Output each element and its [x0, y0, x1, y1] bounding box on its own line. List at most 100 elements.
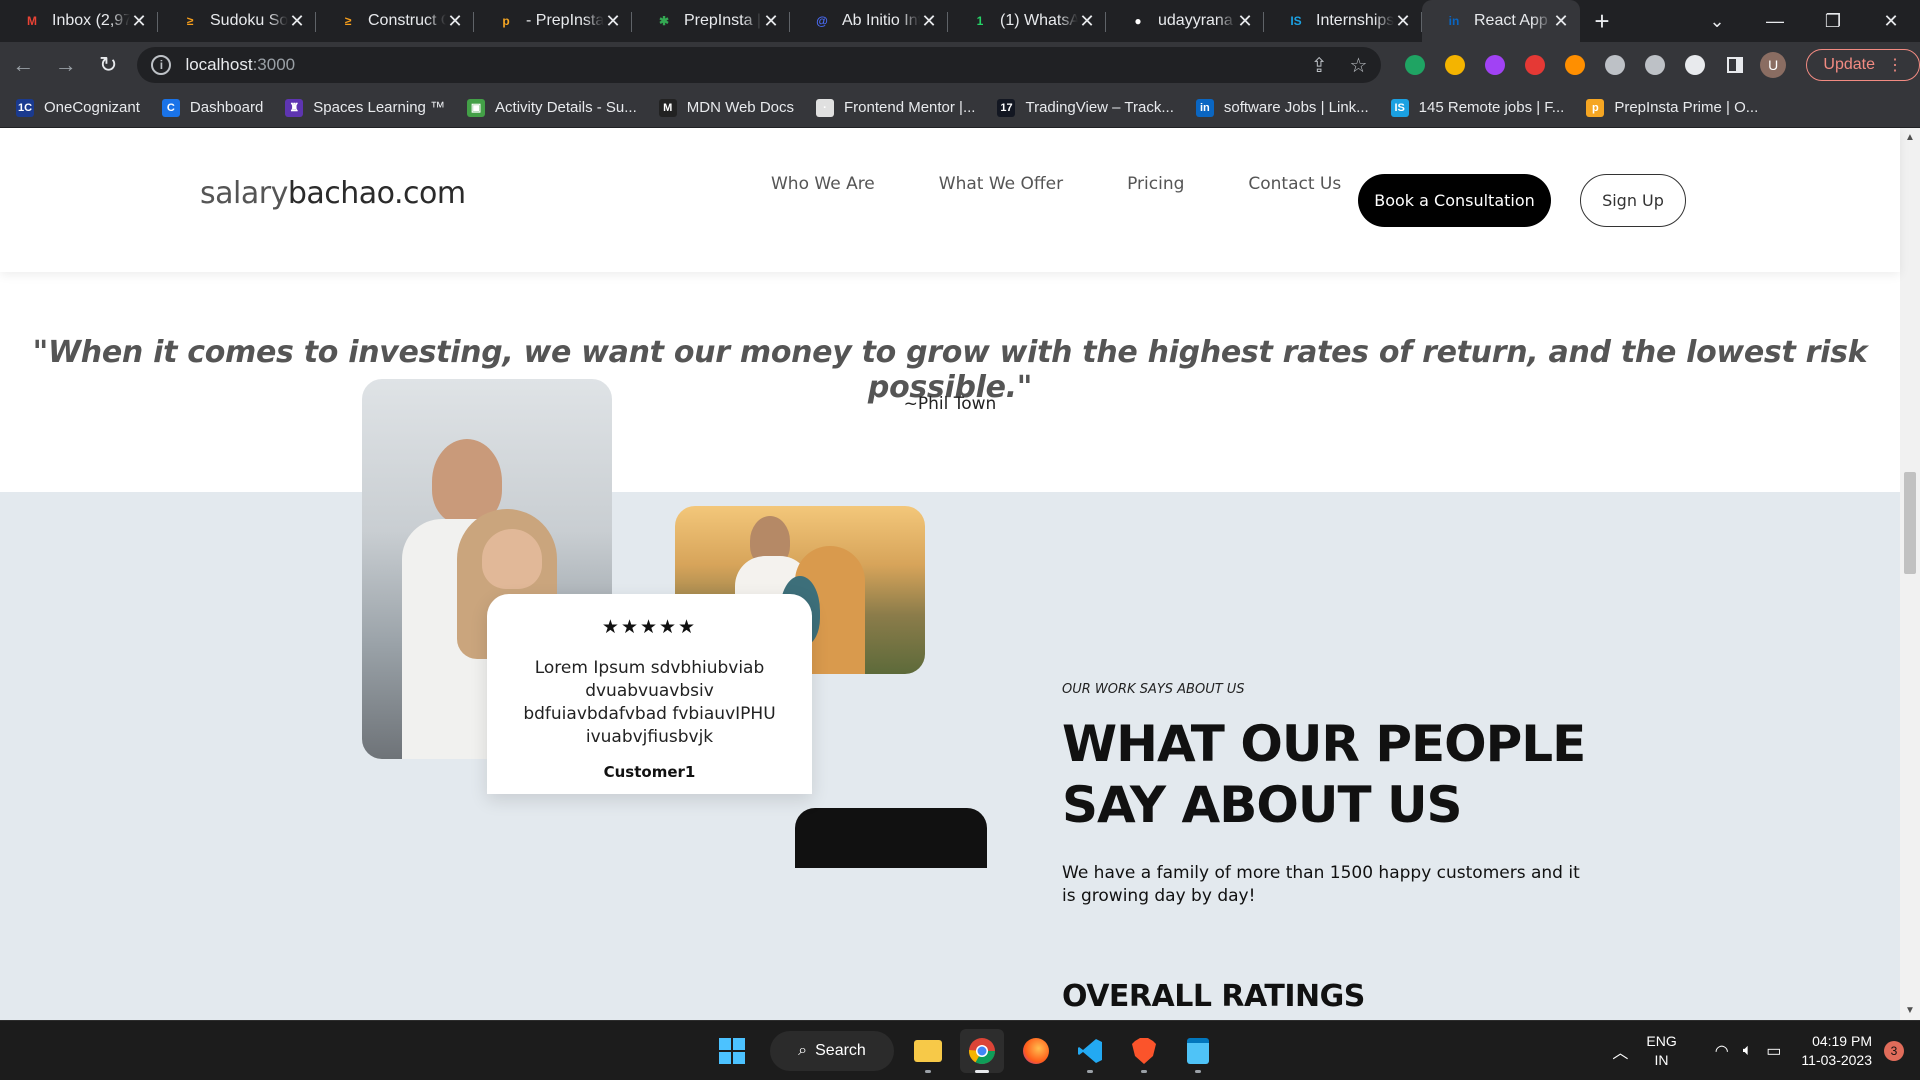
- bookmark-item[interactable]: 1C OneCognizant: [16, 98, 140, 117]
- extension-icon[interactable]: [1435, 45, 1475, 85]
- overall-ratings-heading: OVERALL RATINGS: [1062, 979, 1365, 1014]
- clock-date: 11-03-2023: [1801, 1052, 1872, 1068]
- github-icon: ●: [1134, 14, 1142, 28]
- linkedin-icon: in: [1195, 98, 1214, 117]
- browser-tab[interactable]: ● udayyrana (Uday)✕: [1106, 0, 1264, 42]
- bookmark-item[interactable]: IS 145 Remote jobs | F...: [1390, 98, 1564, 117]
- bookmark-label: MDN Web Docs: [686, 99, 794, 116]
- bookmark-label: OneCognizant: [44, 99, 140, 116]
- extension-icon[interactable]: [1555, 45, 1595, 85]
- bookmark-item[interactable]: p PrepInsta Prime | O...: [1586, 98, 1758, 117]
- show-hidden-icons-chevron-icon[interactable]: ︿: [1612, 1039, 1628, 1063]
- forward-arrow-icon[interactable]: →: [46, 45, 84, 85]
- vscode-icon[interactable]: [1068, 1029, 1112, 1073]
- reload-icon[interactable]: ↻: [89, 45, 127, 85]
- page-scrollbar[interactable]: ▲ ▼: [1900, 128, 1920, 1020]
- spaces-icon: ♜: [285, 98, 304, 117]
- language-indicator[interactable]: ENG IN: [1646, 1032, 1676, 1070]
- book-consultation-button[interactable]: Book a Consultation: [1358, 174, 1551, 227]
- bookmark-item[interactable]: ♜ Spaces Learning ™: [285, 98, 445, 117]
- scroll-up-arrow-icon[interactable]: ▲: [1900, 132, 1920, 143]
- bookmark-item[interactable]: C Dashboard: [161, 98, 263, 117]
- tab-title: (1) WhatsApp: [1000, 12, 1078, 29]
- extension-icon[interactable]: [1635, 45, 1675, 85]
- notification-badge[interactable]: 3: [1884, 1041, 1904, 1061]
- sign-up-button[interactable]: Sign Up: [1580, 174, 1686, 227]
- taskbar-search[interactable]: ⌕ Search: [770, 1031, 894, 1071]
- browser-tab[interactable]: in React App ✕: [1422, 0, 1580, 42]
- close-tab-icon[interactable]: ✕: [920, 11, 938, 32]
- bookmark-item[interactable]: · Frontend Mentor |...: [816, 98, 975, 117]
- cognizant-icon: 1C: [16, 98, 34, 117]
- close-tab-icon[interactable]: ✕: [604, 11, 622, 32]
- tab-search-chevron-icon[interactable]: ⌄: [1688, 11, 1746, 32]
- address-bar[interactable]: i localhost:3000 ⇪ ☆: [137, 47, 1382, 83]
- scroll-down-arrow-icon[interactable]: ▼: [1900, 1005, 1920, 1016]
- close-tab-icon[interactable]: ✕: [288, 11, 306, 32]
- section-heading: WHAT OUR PEOPLE SAY ABOUT US: [1062, 714, 1622, 836]
- bookmark-item[interactable]: ▣ Activity Details - Su...: [467, 98, 637, 117]
- browser-tab[interactable]: 1 (1) WhatsApp✕: [948, 0, 1106, 42]
- leetcode-icon: ≥: [186, 14, 194, 28]
- new-tab-button[interactable]: +: [1580, 0, 1624, 42]
- close-tab-icon[interactable]: ✕: [762, 11, 780, 32]
- browser-tab[interactable]: @ Ab Initio Interview✕: [790, 0, 948, 42]
- close-tab-icon[interactable]: ✕: [130, 11, 148, 32]
- browser-tab[interactable]: IS Internships ✕: [1264, 0, 1422, 42]
- back-arrow-icon[interactable]: ←: [4, 45, 42, 85]
- linkedin-icon: in: [1448, 14, 1460, 28]
- chrome-icon[interactable]: [960, 1029, 1004, 1073]
- extension-icon[interactable]: [1595, 45, 1635, 85]
- bookmark-item[interactable]: M MDN Web Docs: [658, 98, 794, 117]
- close-tab-icon[interactable]: ✕: [446, 11, 464, 32]
- bookmark-star-icon[interactable]: ☆: [1350, 53, 1368, 78]
- dashboard-icon: C: [161, 98, 180, 117]
- extension-icon[interactable]: [1675, 45, 1715, 85]
- url-text[interactable]: localhost:3000: [185, 55, 1288, 75]
- file-explorer-icon[interactable]: [906, 1029, 950, 1073]
- nav-contact-us[interactable]: Contact Us: [1248, 174, 1341, 194]
- close-tab-icon[interactable]: ✕: [1236, 11, 1254, 32]
- bookmark-item[interactable]: in software Jobs | Link...: [1195, 98, 1369, 117]
- site-info-icon[interactable]: i: [151, 55, 172, 75]
- windows-start-icon[interactable]: [710, 1029, 754, 1073]
- close-tab-icon[interactable]: ✕: [1552, 11, 1570, 32]
- notepad-icon[interactable]: [1176, 1029, 1220, 1073]
- extension-badge-icon: [1525, 55, 1546, 75]
- nav-what-we-offer[interactable]: What We Offer: [939, 174, 1063, 194]
- bookmark-label: software Jobs | Link...: [1223, 99, 1369, 116]
- url-host: localhost: [185, 55, 253, 74]
- battery-icon[interactable]: ▭: [1766, 1041, 1781, 1061]
- extension-icon[interactable]: [1475, 45, 1515, 85]
- side-panel-icon[interactable]: [1715, 45, 1753, 85]
- firefox-icon[interactable]: [1014, 1029, 1058, 1073]
- heading-line-1: WHAT OUR PEOPLE: [1062, 715, 1586, 773]
- extension-icon[interactable]: [1515, 45, 1555, 85]
- bookmark-item[interactable]: 17 TradingView – Track...: [997, 98, 1174, 117]
- extension-icon[interactable]: [1395, 45, 1435, 85]
- browser-tab[interactable]: ✱ PrepInsta | Prime✕: [632, 0, 790, 42]
- restore-icon[interactable]: ❐: [1804, 11, 1862, 32]
- extension-badge-icon: [1645, 55, 1666, 75]
- clock[interactable]: 04:19 PM 11-03-2023: [1801, 1032, 1872, 1070]
- site-logo[interactable]: salarybachao.com: [200, 176, 466, 211]
- browser-tab[interactable]: M Inbox (2,975)✕: [0, 0, 158, 42]
- scrollbar-thumb[interactable]: [1904, 472, 1916, 574]
- nav-pricing[interactable]: Pricing: [1127, 174, 1184, 194]
- wifi-icon[interactable]: ◠: [1715, 1041, 1729, 1061]
- brave-icon[interactable]: [1122, 1029, 1166, 1073]
- section-subtext: We have a family of more than 1500 happy…: [1062, 863, 1580, 906]
- volume-icon[interactable]: 🔈︎: [1743, 1042, 1753, 1060]
- nav-who-we-are[interactable]: Who We Are: [771, 174, 875, 194]
- share-icon[interactable]: ⇪: [1311, 53, 1328, 78]
- update-button[interactable]: Update ⋮: [1806, 49, 1920, 81]
- browser-tab[interactable]: ≥ Construct Quad✕: [316, 0, 474, 42]
- minimize-icon[interactable]: —: [1746, 11, 1804, 32]
- profile-avatar[interactable]: U: [1754, 45, 1792, 85]
- browser-tab[interactable]: p - PrepInsta ✕: [474, 0, 632, 42]
- browser-toolbar: ← → ↻ i localhost:3000 ⇪ ☆ U Update ⋮: [0, 42, 1920, 88]
- close-tab-icon[interactable]: ✕: [1078, 11, 1096, 32]
- browser-tab[interactable]: ≥ Sudoku Solver✕: [158, 0, 316, 42]
- close-tab-icon[interactable]: ✕: [1394, 11, 1412, 32]
- close-window-icon[interactable]: ✕: [1862, 11, 1920, 32]
